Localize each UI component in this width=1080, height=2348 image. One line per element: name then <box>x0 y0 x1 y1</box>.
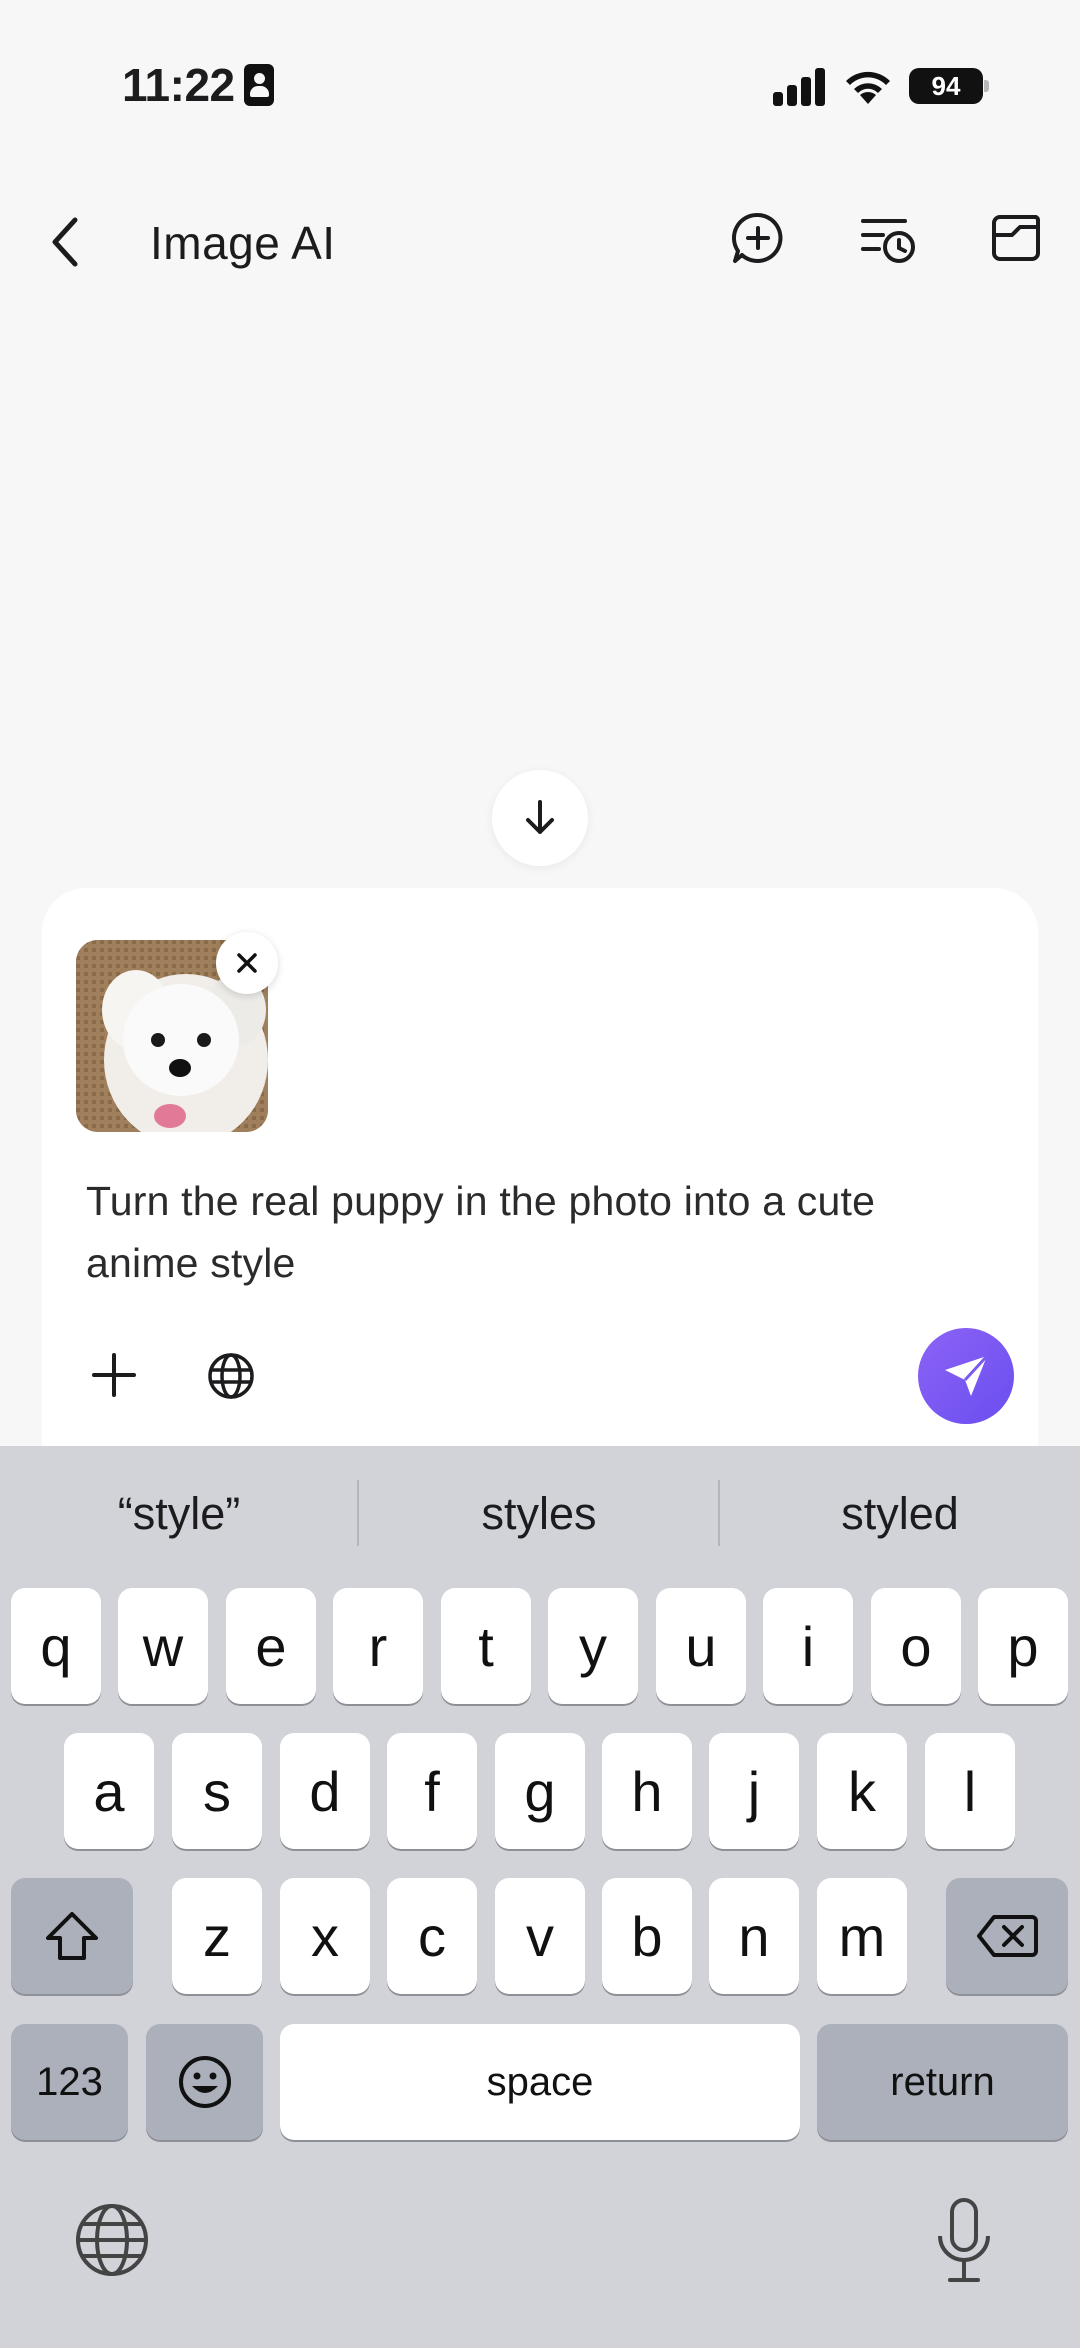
globe-icon <box>76 2204 148 2276</box>
shift-key[interactable] <box>11 1878 133 1994</box>
battery-icon: 94 <box>909 68 983 104</box>
battery-tip <box>984 80 989 92</box>
key-w[interactable]: w <box>118 1588 208 1704</box>
key-n[interactable]: n <box>709 1878 799 1994</box>
key-p[interactable]: p <box>978 1588 1068 1704</box>
suggestion-divider <box>357 1480 359 1546</box>
key-c[interactable]: c <box>387 1878 477 1994</box>
page-title: Image AI <box>150 217 336 269</box>
globe-icon <box>208 1353 254 1399</box>
suggestion-2[interactable]: styles <box>360 1478 718 1550</box>
key-x[interactable]: x <box>280 1878 370 1994</box>
suggestion-1[interactable]: “style” <box>0 1478 358 1550</box>
numbers-key[interactable]: 123 <box>11 2024 128 2140</box>
folder-icon <box>992 215 1041 261</box>
scroll-to-bottom-button[interactable] <box>492 770 588 866</box>
cellular-signal-icon <box>773 68 827 106</box>
key-g[interactable]: g <box>495 1733 585 1849</box>
wifi-icon <box>842 66 894 106</box>
key-d[interactable]: d <box>280 1733 370 1849</box>
web-search-button[interactable] <box>200 1345 262 1407</box>
suggestion-3[interactable]: styled <box>720 1478 1080 1550</box>
keyboard-switch-button[interactable] <box>72 2200 152 2280</box>
arrow-down-icon <box>526 800 554 834</box>
status-time: 11:22 <box>122 59 235 111</box>
microphone-icon <box>938 2198 990 2282</box>
files-button[interactable] <box>984 206 1048 270</box>
key-m[interactable]: m <box>817 1878 907 1994</box>
key-r[interactable]: r <box>333 1588 423 1704</box>
emoji-icon <box>178 2056 231 2108</box>
history-list-icon <box>861 219 915 263</box>
send-button[interactable] <box>918 1328 1014 1424</box>
prompt-input[interactable]: Turn the real puppy in the photo into a … <box>86 1170 986 1294</box>
key-t[interactable]: t <box>441 1588 531 1704</box>
contact-card-icon <box>244 64 274 106</box>
key-j[interactable]: j <box>709 1733 799 1849</box>
back-button[interactable] <box>36 210 92 274</box>
key-v[interactable]: v <box>495 1878 585 1994</box>
key-b[interactable]: b <box>602 1878 692 1994</box>
key-u[interactable]: u <box>656 1588 746 1704</box>
space-key[interactable]: space <box>280 2024 800 2140</box>
return-key[interactable]: return <box>817 2024 1068 2140</box>
key-z[interactable]: z <box>172 1878 262 1994</box>
key-q[interactable]: q <box>11 1588 101 1704</box>
key-h[interactable]: h <box>602 1733 692 1849</box>
key-l[interactable]: l <box>925 1733 1015 1849</box>
backspace-key[interactable] <box>946 1878 1068 1994</box>
shift-arrow-icon <box>46 1912 98 1960</box>
chevron-left-icon <box>52 217 78 267</box>
key-s[interactable]: s <box>172 1733 262 1849</box>
new-chat-button[interactable] <box>726 206 790 270</box>
delete-backward-icon <box>977 1915 1038 1957</box>
key-o[interactable]: o <box>871 1588 961 1704</box>
remove-image-button[interactable] <box>216 932 278 994</box>
history-button[interactable] <box>856 206 920 270</box>
chat-plus-icon <box>732 212 783 263</box>
paper-plane-icon <box>945 1354 989 1396</box>
key-y[interactable]: y <box>548 1588 638 1704</box>
add-attachment-button[interactable] <box>84 1345 144 1405</box>
key-e[interactable]: e <box>226 1588 316 1704</box>
key-i[interactable]: i <box>763 1588 853 1704</box>
plus-icon <box>92 1353 136 1397</box>
key-a[interactable]: a <box>64 1733 154 1849</box>
emoji-key[interactable] <box>146 2024 263 2140</box>
key-f[interactable]: f <box>387 1733 477 1849</box>
dictation-button[interactable] <box>932 2196 996 2286</box>
close-icon <box>237 953 257 973</box>
key-k[interactable]: k <box>817 1733 907 1849</box>
